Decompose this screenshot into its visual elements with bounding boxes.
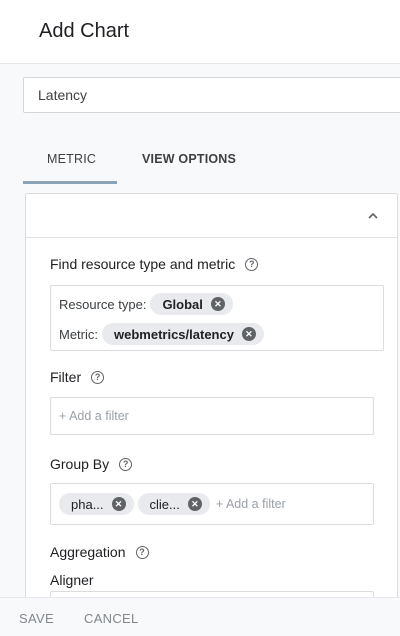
help-icon[interactable]: ? [119, 457, 133, 471]
aggregation-label: Aggregation ? [50, 544, 149, 560]
dialog-header: Add Chart [0, 0, 400, 64]
active-tab-indicator [23, 181, 117, 184]
group-by-chip: clie... ✕ [137, 493, 210, 515]
resource-metric-selector[interactable]: Resource type: Global ✕ Metric: webmetri… [50, 285, 384, 351]
resource-type-row: Resource type: Global ✕ [59, 293, 233, 315]
find-resource-label: Find resource type and metric ? [50, 256, 259, 272]
tab-view-options[interactable]: VIEW OPTIONS [142, 152, 236, 166]
chevron-up-icon[interactable] [364, 207, 382, 225]
filter-input[interactable]: + Add a filter [50, 397, 374, 435]
group-by-input[interactable]: pha... ✕ clie... ✕ + Add a filter [50, 483, 374, 525]
group-by-add-filter[interactable]: + Add a filter [216, 497, 286, 511]
dialog-title: Add Chart [39, 20, 130, 42]
tab-metric[interactable]: METRIC [47, 152, 96, 166]
tab-bar: METRIC VIEW OPTIONS [23, 140, 400, 185]
metric-panel: Find resource type and metric ? Resource… [25, 193, 398, 636]
metric-row: Metric: webmetrics/latency ✕ [59, 323, 264, 345]
save-button[interactable]: SAVE [19, 611, 54, 626]
help-icon[interactable]: ? [91, 370, 105, 384]
aligner-label: Aligner [50, 572, 94, 588]
panel-header [26, 194, 397, 238]
cancel-button[interactable]: CANCEL [84, 611, 139, 626]
metric-label: Metric: [59, 326, 98, 342]
close-icon[interactable]: ✕ [111, 497, 126, 511]
close-icon[interactable]: ✕ [210, 297, 225, 311]
close-icon[interactable]: ✕ [187, 497, 202, 511]
dialog-footer: SAVE CANCEL [0, 597, 400, 636]
metric-chip: webmetrics/latency ✕ [102, 323, 264, 345]
help-icon[interactable]: ? [245, 257, 259, 271]
group-by-chip: pha... ✕ [59, 493, 134, 515]
close-icon[interactable]: ✕ [241, 327, 256, 341]
chart-title-input[interactable] [23, 77, 400, 113]
group-by-label: Group By ? [50, 456, 133, 472]
filter-label: Filter ? [50, 369, 105, 385]
resource-type-label: Resource type: [59, 296, 147, 312]
help-icon[interactable]: ? [135, 545, 149, 559]
resource-type-chip: Global ✕ [150, 293, 233, 315]
